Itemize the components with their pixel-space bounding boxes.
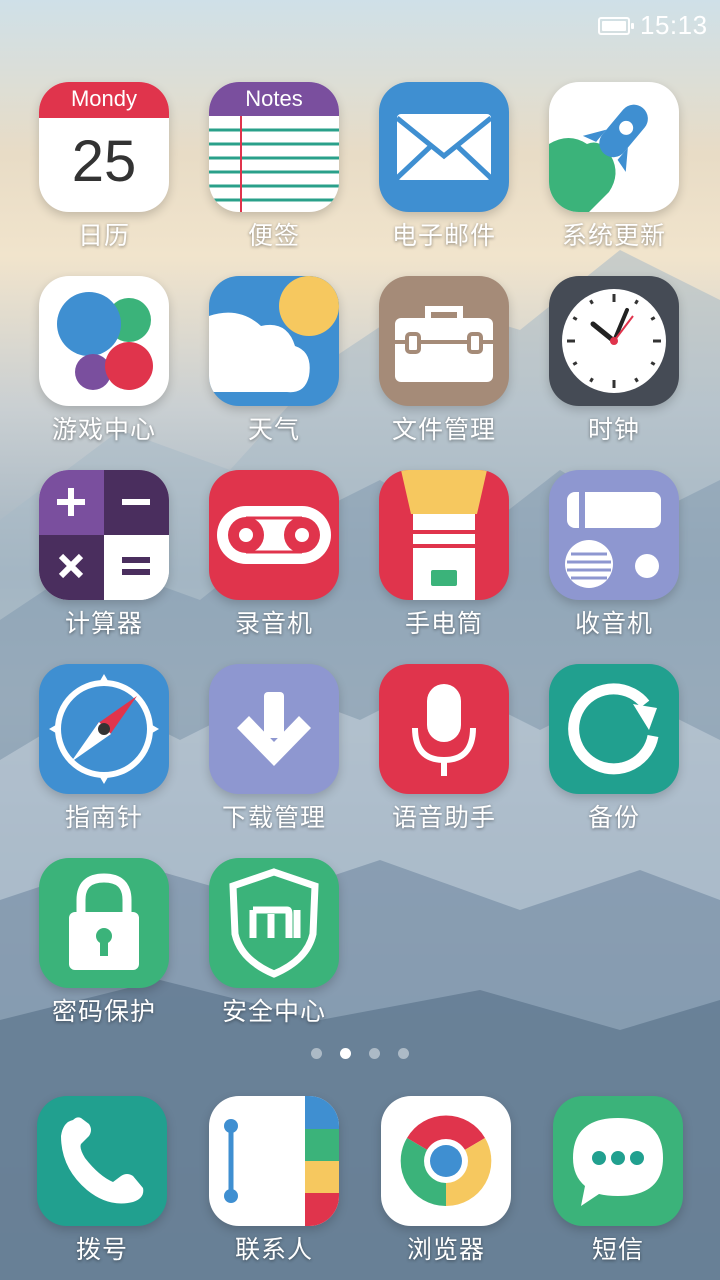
app-label: 浏览器 [406, 1235, 485, 1264]
rocket-icon [549, 82, 679, 212]
app-label: 指南针 [64, 803, 143, 832]
app-recorder[interactable]: 录音机 [189, 470, 359, 650]
app-system-update[interactable]: 系统更新 [529, 82, 699, 262]
app-label: 语音助手 [391, 803, 496, 832]
dock-app-browser[interactable]: 浏览器 [361, 1096, 531, 1276]
app-notes[interactable]: Notes 便签 [189, 82, 359, 262]
page-indicator[interactable] [307, 1048, 417, 1062]
app-label: 短信 [591, 1235, 644, 1264]
app-label: 密码保护 [51, 997, 156, 1026]
app-download-manager[interactable]: 下载管理 [189, 664, 359, 844]
app-file-manager[interactable]: 文件管理 [359, 276, 529, 456]
weather-icon [209, 276, 339, 406]
app-label: 电子邮件 [391, 221, 496, 250]
microphone-icon [379, 664, 509, 794]
page-dot[interactable] [311, 1048, 322, 1059]
app-label: 联系人 [234, 1235, 313, 1264]
app-email[interactable]: 电子邮件 [359, 82, 529, 262]
app-label: 手电筒 [404, 609, 483, 638]
envelope-icon [379, 82, 509, 212]
app-label: 收音机 [574, 609, 653, 638]
contacts-icon [209, 1096, 339, 1226]
dock-app-messages[interactable]: 短信 [533, 1096, 703, 1276]
radio-icon [549, 470, 679, 600]
app-security-center[interactable]: 安全中心 [189, 858, 359, 1038]
app-flashlight[interactable]: 手电筒 [359, 470, 529, 650]
app-weather[interactable]: 天气 [189, 276, 359, 456]
notes-icon: Notes [209, 82, 339, 212]
app-calculator[interactable]: 计算器 [19, 470, 189, 650]
tape-icon [209, 470, 339, 600]
shield-icon [209, 858, 339, 988]
calendar-day: 25 [71, 129, 137, 194]
app-label: 备份 [587, 803, 640, 832]
battery-icon [598, 17, 634, 35]
app-label: 文件管理 [391, 415, 496, 444]
app-game-center[interactable]: 游戏中心 [19, 276, 189, 456]
app-label: 计算器 [64, 609, 143, 638]
dock-app-contacts[interactable]: 联系人 [189, 1096, 359, 1276]
dock-app-dialer[interactable]: 拨号 [17, 1096, 187, 1276]
phone-icon [37, 1096, 167, 1226]
app-label: 系统更新 [561, 221, 666, 250]
flashlight-icon [379, 470, 509, 600]
app-voice-assistant[interactable]: 语音助手 [359, 664, 529, 844]
app-label: 日历 [77, 221, 130, 250]
status-bar: 15:13 [0, 0, 720, 56]
page-dot[interactable] [369, 1048, 380, 1059]
app-label: 拨号 [75, 1235, 128, 1264]
app-backup[interactable]: 备份 [529, 664, 699, 844]
calculator-icon [39, 470, 169, 600]
clock-icon [549, 276, 679, 406]
chat-bubble-icon [553, 1096, 683, 1226]
app-label: 便签 [247, 221, 300, 250]
app-label: 安全中心 [221, 997, 326, 1026]
bubbles-icon [39, 276, 169, 406]
app-password-protect[interactable]: 密码保护 [19, 858, 189, 1038]
app-calendar[interactable]: Mondy 25 日历 [19, 82, 189, 262]
lock-icon [39, 858, 169, 988]
app-label: 下载管理 [221, 803, 326, 832]
notes-header: Notes [245, 86, 303, 111]
status-time: 15:13 [640, 10, 708, 40]
app-label: 天气 [247, 415, 300, 444]
app-clock[interactable]: 时钟 [529, 276, 699, 456]
app-compass[interactable]: 指南针 [19, 664, 189, 844]
page-dot-active[interactable] [340, 1048, 351, 1059]
backup-icon [549, 664, 679, 794]
app-label: 录音机 [234, 609, 313, 638]
calendar-icon: Mondy 25 [39, 82, 169, 212]
compass-icon [39, 664, 169, 794]
download-icon [209, 664, 339, 794]
briefcase-icon [379, 276, 509, 406]
calendar-month: Mondy [70, 86, 138, 111]
chrome-icon [381, 1096, 511, 1226]
app-radio[interactable]: 收音机 [529, 470, 699, 650]
app-label: 时钟 [587, 415, 640, 444]
app-label: 游戏中心 [51, 415, 156, 444]
page-dot[interactable] [398, 1048, 409, 1059]
